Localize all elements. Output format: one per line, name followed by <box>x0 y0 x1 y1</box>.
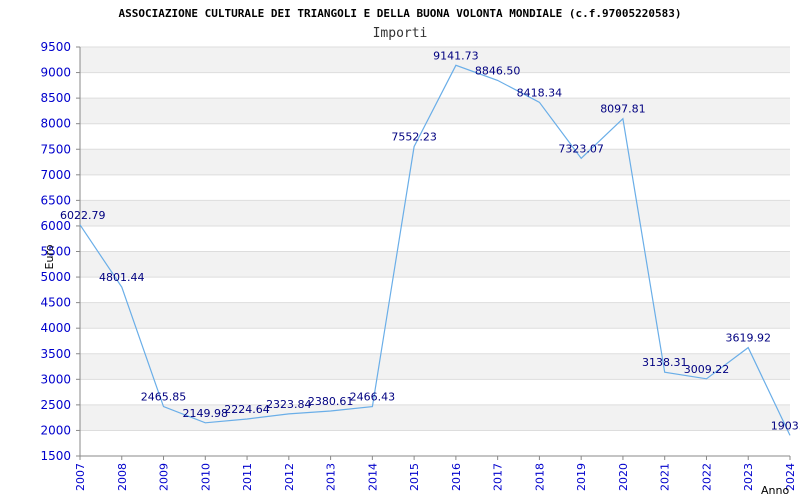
x-tick-label: 2017 <box>492 463 505 491</box>
x-tick-label: 2023 <box>742 463 755 491</box>
data-label: 8418.34 <box>517 86 563 99</box>
data-label: 2380.61 <box>308 395 354 408</box>
data-label: 2466.43 <box>350 391 396 404</box>
y-tick-label: 8500 <box>40 91 71 105</box>
data-label: 6022.79 <box>60 209 106 222</box>
x-tick-label: 2022 <box>700 463 713 491</box>
y-tick-label: 2000 <box>40 423 71 437</box>
data-label: 9141.73 <box>433 49 479 62</box>
data-label: 2465.85 <box>141 391 187 404</box>
y-tick-label: 9000 <box>40 66 71 80</box>
grid-band <box>80 98 790 124</box>
x-axis-ticks: 2007 2008 2009 2010 2011 2012 2013 2014 2015 2016… <box>74 456 797 491</box>
x-tick-label: 2015 <box>408 463 421 491</box>
y-tick-label: 4500 <box>40 296 71 310</box>
y-tick-label: 4000 <box>40 321 71 335</box>
y-axis-label: Euro <box>43 244 56 269</box>
data-label: 7552.23 <box>391 131 437 144</box>
y-tick-label: 5000 <box>40 270 71 284</box>
grid-band <box>80 174 790 201</box>
y-tick-label: 9500 <box>40 40 71 54</box>
data-label: 8097.81 <box>600 103 646 116</box>
x-tick-label: 2009 <box>158 463 171 491</box>
grid-band <box>80 72 790 99</box>
y-tick-label: 2500 <box>40 398 71 412</box>
y-tick-label: 7500 <box>40 142 71 156</box>
x-tick-label: 2014 <box>366 463 379 491</box>
grid-band <box>80 200 790 226</box>
grid-band <box>80 251 790 278</box>
data-label: 4801.44 <box>99 271 145 284</box>
grid-band <box>80 225 790 252</box>
y-tick-label: 8000 <box>40 117 71 131</box>
x-tick-label: 2013 <box>325 463 338 491</box>
chart-title: ASSOCIAZIONE CULTURALE DEI TRIANGOLI E D… <box>119 7 682 20</box>
x-tick-label: 2020 <box>617 463 630 491</box>
data-label: 1903.3 <box>771 419 800 432</box>
data-label: 3619.92 <box>725 332 771 345</box>
x-tick-label: 2021 <box>659 463 672 491</box>
y-tick-label: 7000 <box>40 168 71 182</box>
chart-subtitle: Importi <box>373 26 428 41</box>
grid-band <box>80 277 790 303</box>
x-axis-label: Anno <box>761 484 789 497</box>
data-label: 7323.07 <box>558 142 604 155</box>
grid-band <box>80 379 790 405</box>
grid-band <box>80 149 790 175</box>
x-tick-label: 2018 <box>533 463 546 491</box>
x-tick-label: 2008 <box>116 463 129 491</box>
grid-band <box>80 302 790 329</box>
x-tick-label: 2012 <box>283 463 296 491</box>
x-tick-label: 2019 <box>575 463 588 491</box>
x-tick-label: 2011 <box>241 463 254 491</box>
grid-band <box>80 430 790 456</box>
y-tick-label: 3500 <box>40 347 71 361</box>
y-tick-label: 3000 <box>40 372 71 386</box>
data-label: 3138.31 <box>642 356 688 369</box>
grid-band <box>80 328 790 354</box>
data-label: 3009.22 <box>684 363 730 376</box>
y-tick-label: 6500 <box>40 193 71 207</box>
data-label: 8846.50 <box>475 64 521 77</box>
x-tick-label: 2010 <box>199 463 212 491</box>
line-chart: ASSOCIAZIONE CULTURALE DEI TRIANGOLI E D… <box>40 7 800 497</box>
x-tick-label: 2016 <box>450 463 463 491</box>
x-tick-label: 2007 <box>74 463 87 491</box>
data-label: 2149.98 <box>183 407 229 420</box>
data-label: 2224.64 <box>224 403 270 416</box>
data-label: 2323.84 <box>266 398 312 411</box>
y-tick-label: 1500 <box>40 449 71 463</box>
